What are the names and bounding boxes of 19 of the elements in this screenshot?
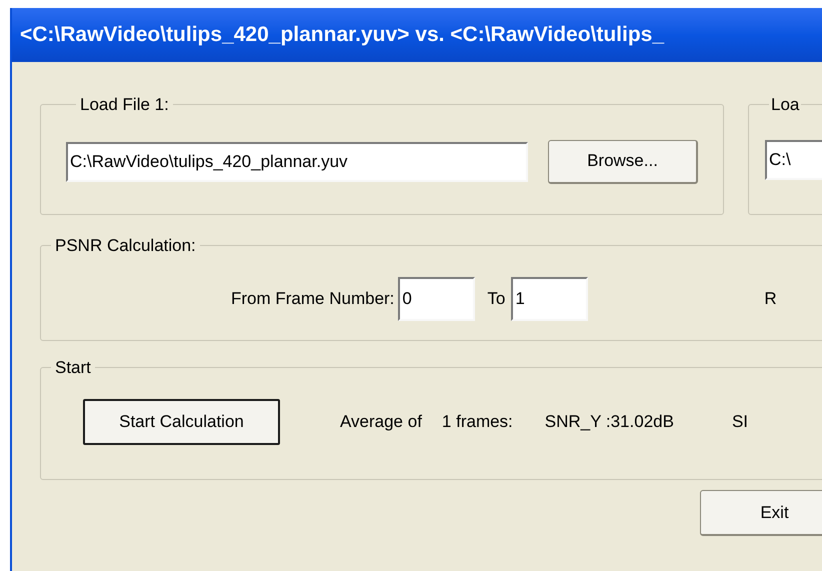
group-label: PSNR Calculation: — [54, 235, 197, 257]
browse-button[interactable]: Browse... — [548, 140, 698, 184]
from-frame-label: From Frame Number: — [231, 288, 394, 310]
to-frame-field[interactable]: 1 — [511, 276, 588, 320]
snr-y-value: SNR_Y :31.02dB — [544, 410, 674, 433]
to-label: To — [487, 288, 506, 310]
field-label: R — [764, 288, 777, 310]
from-frame-field[interactable]: 0 — [398, 276, 476, 320]
average-label: Average of — [340, 410, 422, 433]
exit-button[interactable]: Exit — [700, 490, 822, 536]
start-calculation-button[interactable]: Start Calculation — [83, 398, 280, 444]
file-path-field[interactable]: C:\ — [765, 140, 822, 180]
group-label: Load File 1: — [79, 94, 170, 116]
window-title: <C:\RawVideo\tulips_420_plannar.yuv> vs. <C:\RawVideo\tulips_ — [20, 22, 664, 48]
file-path-field[interactable]: C:\RawVideo\tulips_420_plannar.yuv — [66, 142, 528, 182]
result-value: SI — [732, 410, 748, 433]
frame-count: 1 frames: — [442, 410, 513, 433]
group-label: Loa — [770, 94, 800, 116]
group-label: Start — [54, 357, 92, 379]
